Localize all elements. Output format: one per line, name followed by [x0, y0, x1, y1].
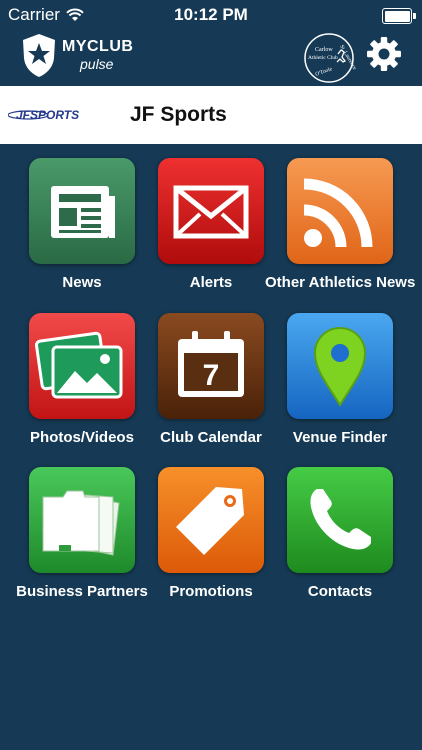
newspaper-icon — [51, 186, 115, 238]
status-bar: Carrier 10:12 PM — [0, 0, 422, 30]
calendar-day: 7 — [203, 359, 220, 392]
rss-feed-icon — [303, 178, 373, 248]
promotions-tile[interactable]: Promotions — [146, 467, 276, 600]
alerts-label: Alerts — [189, 274, 233, 291]
phone-icon — [310, 489, 371, 550]
badge-text-2: Athletic Club — [308, 55, 338, 61]
club-calendar-label: Club Calendar — [160, 429, 262, 446]
news-tile[interactable]: News — [17, 158, 147, 291]
battery-icon — [382, 8, 416, 24]
contacts-tile[interactable]: Contacts — [275, 467, 405, 600]
app-header: MYCLUB pulse St. Laurence Carlow Athleti… — [0, 30, 422, 86]
sponsor-logo-text: JFSPORTS — [16, 108, 79, 122]
venue-finder-label: Venue Finder — [292, 429, 388, 446]
club-calendar-tile[interactable]: 7 Club Calendar — [146, 313, 276, 446]
contacts-label: Contacts — [307, 583, 373, 600]
sponsor-name: JF Sports — [130, 103, 227, 126]
jf-sports-logo-icon: JFSPORTS — [8, 108, 79, 122]
photos-videos-tile[interactable]: Photos/Videos — [17, 313, 147, 446]
news-icon-tile[interactable] — [29, 158, 135, 264]
badge-text-1: Carlow — [315, 47, 333, 53]
settings-gear-icon[interactable] — [366, 36, 402, 72]
promotions-label: Promotions — [169, 583, 253, 600]
map-pin-icon — [313, 327, 367, 407]
envelope-icon — [173, 185, 249, 239]
promotions-icon-tile[interactable] — [158, 467, 264, 573]
photos-icon-tile[interactable] — [29, 313, 135, 419]
venue-finder-tile[interactable]: Venue Finder — [275, 313, 405, 446]
app-logo: MYCLUB pulse — [20, 32, 133, 78]
photos-videos-label: Photos/Videos — [30, 429, 134, 446]
logo-main-text: MYCLUB — [62, 38, 134, 55]
folders-icon — [42, 490, 120, 556]
business-partners-tile[interactable]: Business Partners — [7, 467, 157, 600]
price-tag-icon — [176, 487, 244, 555]
calendar-icon-tile[interactable]: 7 — [158, 313, 264, 419]
other-athletics-news-tile[interactable]: Other Athletics News — [265, 158, 415, 291]
contacts-icon-tile[interactable] — [287, 467, 393, 573]
club-badge-logo: St. Laurence Carlow Athletic Club O'Tool… — [304, 33, 356, 83]
sponsor-logo: JFSPORTS — [8, 86, 118, 144]
calendar-icon: 7 — [178, 331, 244, 397]
alerts-icon-tile[interactable] — [158, 158, 264, 264]
venue-icon-tile[interactable] — [287, 313, 393, 419]
logo-sub-text: pulse — [80, 56, 114, 72]
photos-icon — [34, 331, 123, 399]
business-partners-label: Business Partners — [16, 583, 148, 600]
status-time: 10:12 PM — [174, 5, 248, 24]
other-athletics-news-label: Other Athletics News — [265, 274, 416, 291]
partners-icon-tile[interactable] — [29, 467, 135, 573]
alerts-tile[interactable]: Alerts — [146, 158, 276, 291]
news-label: News — [62, 274, 102, 291]
badge-text-3: O'Toole — [315, 66, 334, 78]
rss-icon-tile[interactable] — [287, 158, 393, 264]
star-shield-icon — [23, 34, 55, 77]
sponsor-banner[interactable]: JFSPORTS JF Sports — [0, 86, 422, 144]
